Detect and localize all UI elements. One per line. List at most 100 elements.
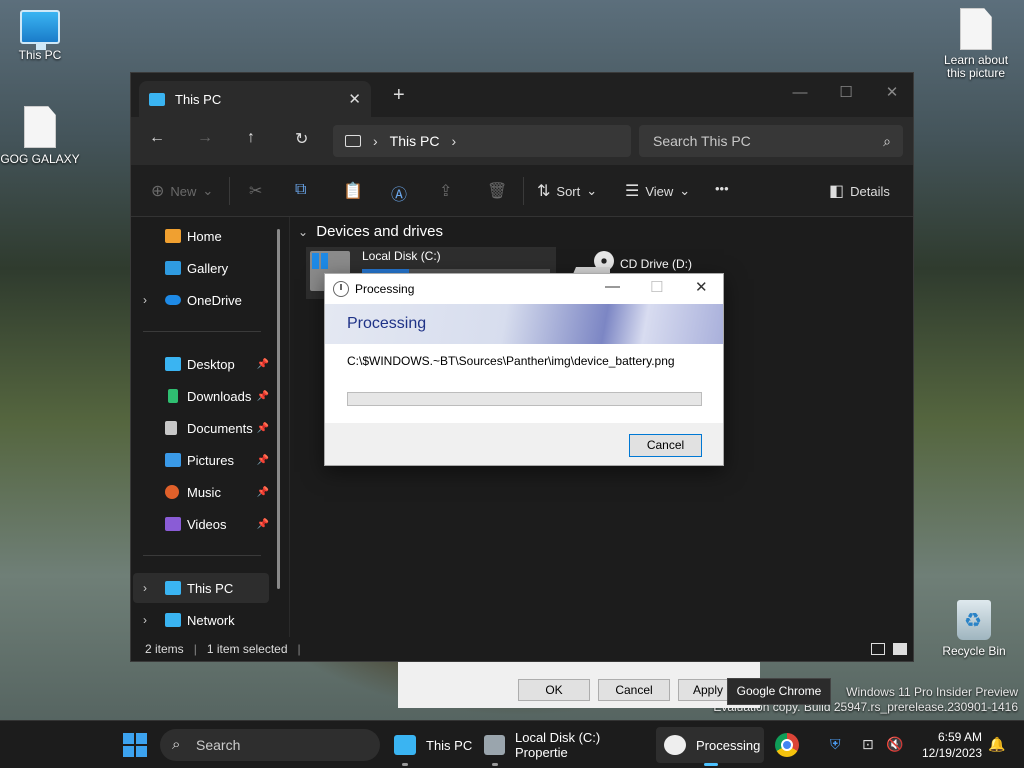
sidebar-item-music[interactable]: Music 📌 [133, 477, 269, 507]
breadcrumb-this-pc[interactable]: This PC [390, 133, 440, 149]
search-input[interactable]: Search This PC ⌕ [639, 125, 903, 157]
clock-time: 6:59 AM [937, 730, 982, 744]
taskbar-app-properties[interactable]: Local Disk (C:) Propertie [478, 727, 650, 766]
dialog-title-bar: Processing — ☐ ✕ [325, 274, 723, 304]
close-button[interactable]: ✕ [695, 278, 708, 296]
taskbar-app-label: Local Disk (C:) Propertie [514, 730, 601, 760]
view-button[interactable]: ☰ View ⌄ [625, 181, 690, 201]
desktop-icon-label: Recycle Bin [942, 644, 1006, 658]
processing-dialog: Processing — ☐ ✕ Processing C:\$WINDOWS.… [324, 273, 724, 466]
cut-button[interactable]: ✂ [249, 181, 262, 201]
sidebar-item-label: Network [187, 612, 235, 628]
tiles-view-icon[interactable] [893, 643, 907, 655]
details-view-icon[interactable] [871, 643, 885, 655]
scissors-icon: ✂ [249, 183, 263, 200]
monitor-icon [20, 10, 60, 50]
clock-date: 12/19/2023 [921, 746, 982, 760]
taskbar-app-this-pc[interactable]: This PC [388, 727, 474, 766]
group-header-devices[interactable]: ⌄ Devices and drives [298, 223, 443, 240]
cancel-button[interactable]: Cancel [598, 679, 670, 701]
tab-this-pc[interactable]: This PC ✕ [139, 81, 371, 117]
status-bar: 2 items | 1 item selected | [131, 637, 913, 661]
minimize-button[interactable]: — [605, 278, 620, 295]
close-button[interactable]: ✕ [869, 79, 915, 107]
desktop-icon-label: Learn about this picture [943, 53, 1009, 80]
sidebar-item-videos[interactable]: Videos 📌 [133, 509, 269, 539]
back-button[interactable]: ← [149, 129, 165, 147]
desktop-icon-recycle-bin[interactable]: Recycle Bin [934, 600, 1014, 658]
status-separator: | [193, 642, 197, 656]
defender-icon[interactable]: ⛨ [830, 736, 841, 753]
volume-muted-icon[interactable]: 🔇 [886, 736, 903, 753]
rename-button[interactable]: Ⓐ [391, 181, 407, 205]
ok-button[interactable]: OK [518, 679, 590, 701]
sidebar-item-downloads[interactable]: Downloads 📌 [133, 381, 269, 411]
taskbar-app-processing[interactable]: Processing [656, 727, 764, 766]
sidebar-item-gallery[interactable]: Gallery [133, 253, 269, 283]
download-icon [168, 389, 178, 403]
taskbar-app-label: Processing [696, 737, 761, 753]
sidebar-item-label: Gallery [187, 260, 229, 276]
taskbar-search[interactable]: ⌕ Search [160, 729, 380, 761]
chevron-right-icon[interactable]: › [451, 133, 456, 149]
delete-button[interactable]: 🗑 [487, 181, 507, 201]
sidebar-item-home[interactable]: Home [133, 221, 269, 251]
sidebar-item-network[interactable]: › Network [133, 605, 269, 635]
cloud-icon [165, 295, 181, 305]
sidebar-item-desktop[interactable]: Desktop 📌 [133, 349, 269, 379]
command-bar: ⊕ New ⌄ ✂ ⧉ 📋 Ⓐ ⇪ 🗑 ⇅ Sort ⌄ ☰ View ⌄ ••… [131, 165, 913, 217]
new-tab-button[interactable]: + [393, 84, 405, 107]
cancel-button[interactable]: Cancel [629, 434, 702, 457]
copy-button[interactable]: ⧉ [295, 181, 306, 199]
chrome-tooltip: Google Chrome [727, 678, 831, 705]
sidebar-item-label: Videos [187, 516, 227, 532]
sidebar-divider [143, 331, 261, 332]
share-button[interactable]: ⇪ [439, 181, 452, 201]
forward-button[interactable]: → [197, 129, 213, 147]
start-button[interactable] [123, 733, 147, 757]
desktop-icon-gog-galaxy[interactable]: GOG GALAXY [0, 106, 80, 166]
chevron-right-icon[interactable]: › [143, 613, 147, 627]
sidebar-item-label: Home [187, 228, 222, 244]
chevron-right-icon: › [373, 133, 378, 149]
computer-icon [394, 735, 416, 755]
taskbar-clock[interactable]: 6:59 AM 12/19/2023 [910, 729, 982, 761]
maximize-button[interactable]: ☐ [650, 278, 663, 296]
chrome-icon[interactable] [775, 733, 799, 757]
sidebar-item-documents[interactable]: Documents 📌 [133, 413, 269, 443]
desktop-icon-this-pc[interactable]: This PC [0, 10, 80, 62]
chevron-down-icon: ⌄ [586, 183, 598, 198]
chevron-right-icon[interactable]: › [143, 581, 147, 595]
desktop-icon-learn-about-picture[interactable]: Learn about this picture [934, 8, 1018, 80]
sidebar-item-label: Downloads [187, 388, 252, 404]
minimize-button[interactable]: — [777, 79, 823, 107]
details-button[interactable]: ◧ Details [829, 181, 890, 201]
pin-icon: 📌 [256, 454, 269, 466]
chevron-right-icon[interactable]: › [143, 293, 147, 307]
sidebar-item-pictures[interactable]: Pictures 📌 [133, 445, 269, 475]
running-indicator [402, 763, 408, 766]
address-bar[interactable]: › This PC › [333, 125, 631, 157]
refresh-button[interactable]: ↻ [295, 129, 308, 149]
notification-bell-icon[interactable]: 🔔 [988, 736, 1005, 753]
gallery-icon [165, 261, 181, 275]
trash-icon: 🗑 [487, 183, 508, 200]
maximize-button[interactable]: ☐ [823, 79, 869, 107]
paste-button[interactable]: 📋 [343, 181, 363, 201]
sidebar-scrollbar[interactable] [277, 229, 280, 589]
desktop-icon-label: This PC [18, 48, 62, 62]
sidebar-item-onedrive[interactable]: › OneDrive [133, 285, 269, 315]
tab-close-icon[interactable]: ✕ [348, 90, 361, 108]
up-button[interactable]: ↑ [247, 129, 255, 147]
dialog-heading: Processing [347, 315, 427, 332]
new-button[interactable]: ⊕ New ⌄ [151, 181, 213, 201]
new-label: New [170, 183, 197, 199]
sidebar-item-this-pc[interactable]: › This PC [133, 573, 269, 603]
more-options-button[interactable]: ••• [715, 181, 729, 196]
network-icon[interactable]: ⊡ [862, 736, 874, 753]
pin-icon: 📌 [256, 390, 269, 402]
sort-button[interactable]: ⇅ Sort ⌄ [537, 181, 597, 201]
pin-icon: 📌 [256, 422, 269, 434]
drive-icon [484, 735, 505, 755]
taskbar: ⌕ Search This PC Local Disk (C:) Propert… [0, 720, 1024, 768]
